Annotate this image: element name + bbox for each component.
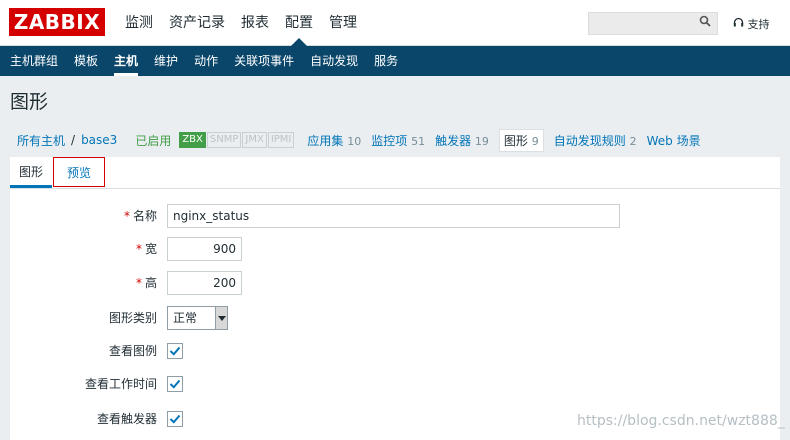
graph-type-row: 图形类别 正常 <box>10 306 780 332</box>
submenu-discovery[interactable]: 自动发现 <box>302 46 366 76</box>
main-menu: 监测 资产记录 报表 配置 管理 <box>117 0 365 46</box>
menu-reports[interactable]: 报表 <box>233 0 277 46</box>
chevron-down-icon <box>215 307 227 329</box>
host-status[interactable]: 已启用 <box>135 132 171 149</box>
submenu-correlation[interactable]: 关联项事件 <box>226 46 302 76</box>
show-legend-row: 查看图例 <box>10 339 780 365</box>
show-worktime-row: 查看工作时间 <box>10 372 780 398</box>
submenu-templates[interactable]: 模板 <box>66 46 106 76</box>
headset-icon <box>733 17 748 31</box>
name-field[interactable]: nginx_status <box>167 204 620 228</box>
menu-monitoring[interactable]: 监测 <box>117 0 161 46</box>
tab-graph[interactable]: 图形 <box>10 157 52 188</box>
items-label: 监控项 <box>371 133 408 148</box>
width-row: * 宽 900 <box>10 237 780 263</box>
graphs-label: 图形 <box>503 133 528 148</box>
height-row: * 高 200 <box>10 271 780 297</box>
submenu-maintenance[interactable]: 维护 <box>146 46 186 76</box>
page-title: 图形 <box>10 91 49 113</box>
name-row: * 名称 nginx_status <box>10 204 780 230</box>
top-bar: ZABBIX 监测 资产记录 报表 配置 管理 支持 <box>0 0 790 46</box>
graphs-link[interactable]: 图形 9 <box>498 128 544 152</box>
menu-administration[interactable]: 管理 <box>321 0 365 46</box>
form-tabs: 图形 预览 <box>10 157 780 189</box>
host-link[interactable]: base3 <box>81 133 117 147</box>
triggers-link[interactable]: 触发器 19 <box>435 132 489 149</box>
width-field[interactable]: 900 <box>167 237 242 261</box>
graph-type-label: 图形类别 <box>108 311 157 325</box>
submenu-hosts[interactable]: 主机 <box>106 46 146 76</box>
show-legend-checkbox[interactable] <box>167 343 183 359</box>
show-worktime-label: 查看工作时间 <box>84 377 157 391</box>
show-worktime-checkbox[interactable] <box>167 376 183 392</box>
availability-badges: ZBX SNMP JMX IPMI <box>179 132 295 148</box>
submenu-services[interactable]: 服务 <box>366 46 406 76</box>
width-label: * 宽 <box>135 242 157 256</box>
items-count: 51 <box>411 134 426 148</box>
graph-type-value: 正常 <box>173 311 198 325</box>
search-icon[interactable] <box>693 13 717 34</box>
triggers-label: 触发器 <box>435 133 472 148</box>
tab-preview[interactable]: 预览 <box>53 157 105 187</box>
menu-inventory[interactable]: 资产记录 <box>161 0 233 46</box>
name-label: * 名称 <box>123 209 157 223</box>
ipmi-badge: IPMI <box>267 132 295 148</box>
graph-type-select[interactable]: 正常 <box>167 306 228 330</box>
all-hosts-link[interactable]: 所有主机 <box>17 132 65 149</box>
show-triggers-label: 查看触发器 <box>96 412 157 426</box>
applications-label: 应用集 <box>307 133 344 148</box>
show-triggers-checkbox[interactable] <box>167 411 183 427</box>
applications-link[interactable]: 应用集 10 <box>307 132 361 149</box>
graph-form: * 名称 nginx_status * 宽 900 * 高 200 图形类别 正常 查… <box>10 189 780 440</box>
checkmark-icon <box>169 346 181 356</box>
zabbix-logo[interactable]: ZABBIX <box>9 8 105 36</box>
sub-menu: 主机群组 模板 主机 维护 动作 关联项事件 自动发现 服务 <box>0 46 790 76</box>
snmp-badge: SNMP <box>206 132 242 148</box>
support-link[interactable]: 支持 <box>733 16 770 32</box>
discovery-rules-link[interactable]: 自动发现规则 2 <box>554 132 637 149</box>
web-scenarios-link[interactable]: Web 场景 <box>647 132 701 149</box>
breadcrumb-separator: / <box>71 133 76 147</box>
discovery-rules-label: 自动发现规则 <box>553 133 626 148</box>
show-legend-label: 查看图例 <box>108 344 157 358</box>
submenu-host-groups[interactable]: 主机群组 <box>2 46 66 76</box>
discovery-rules-count: 2 <box>629 134 637 148</box>
search-input[interactable] <box>588 12 718 35</box>
support-label: 支持 <box>747 18 770 31</box>
height-field[interactable]: 200 <box>167 271 242 295</box>
submenu-actions[interactable]: 动作 <box>186 46 226 76</box>
applications-count: 10 <box>347 134 362 148</box>
watermark: https://blog.csdn.net/wzt888_ <box>577 413 785 429</box>
checkmark-icon <box>169 379 181 389</box>
triggers-count: 19 <box>474 134 489 148</box>
items-link[interactable]: 监控项 51 <box>371 132 425 149</box>
checkmark-icon <box>169 414 181 424</box>
height-label: * 高 <box>135 276 157 290</box>
graphs-count: 9 <box>531 134 539 148</box>
menu-configuration[interactable]: 配置 <box>277 0 321 46</box>
host-navigation: 所有主机 / base3 已启用 ZBX SNMP JMX IPMI 应用集 1… <box>0 125 790 155</box>
jmx-badge: JMX <box>242 132 267 148</box>
zbx-badge: ZBX <box>179 132 206 148</box>
